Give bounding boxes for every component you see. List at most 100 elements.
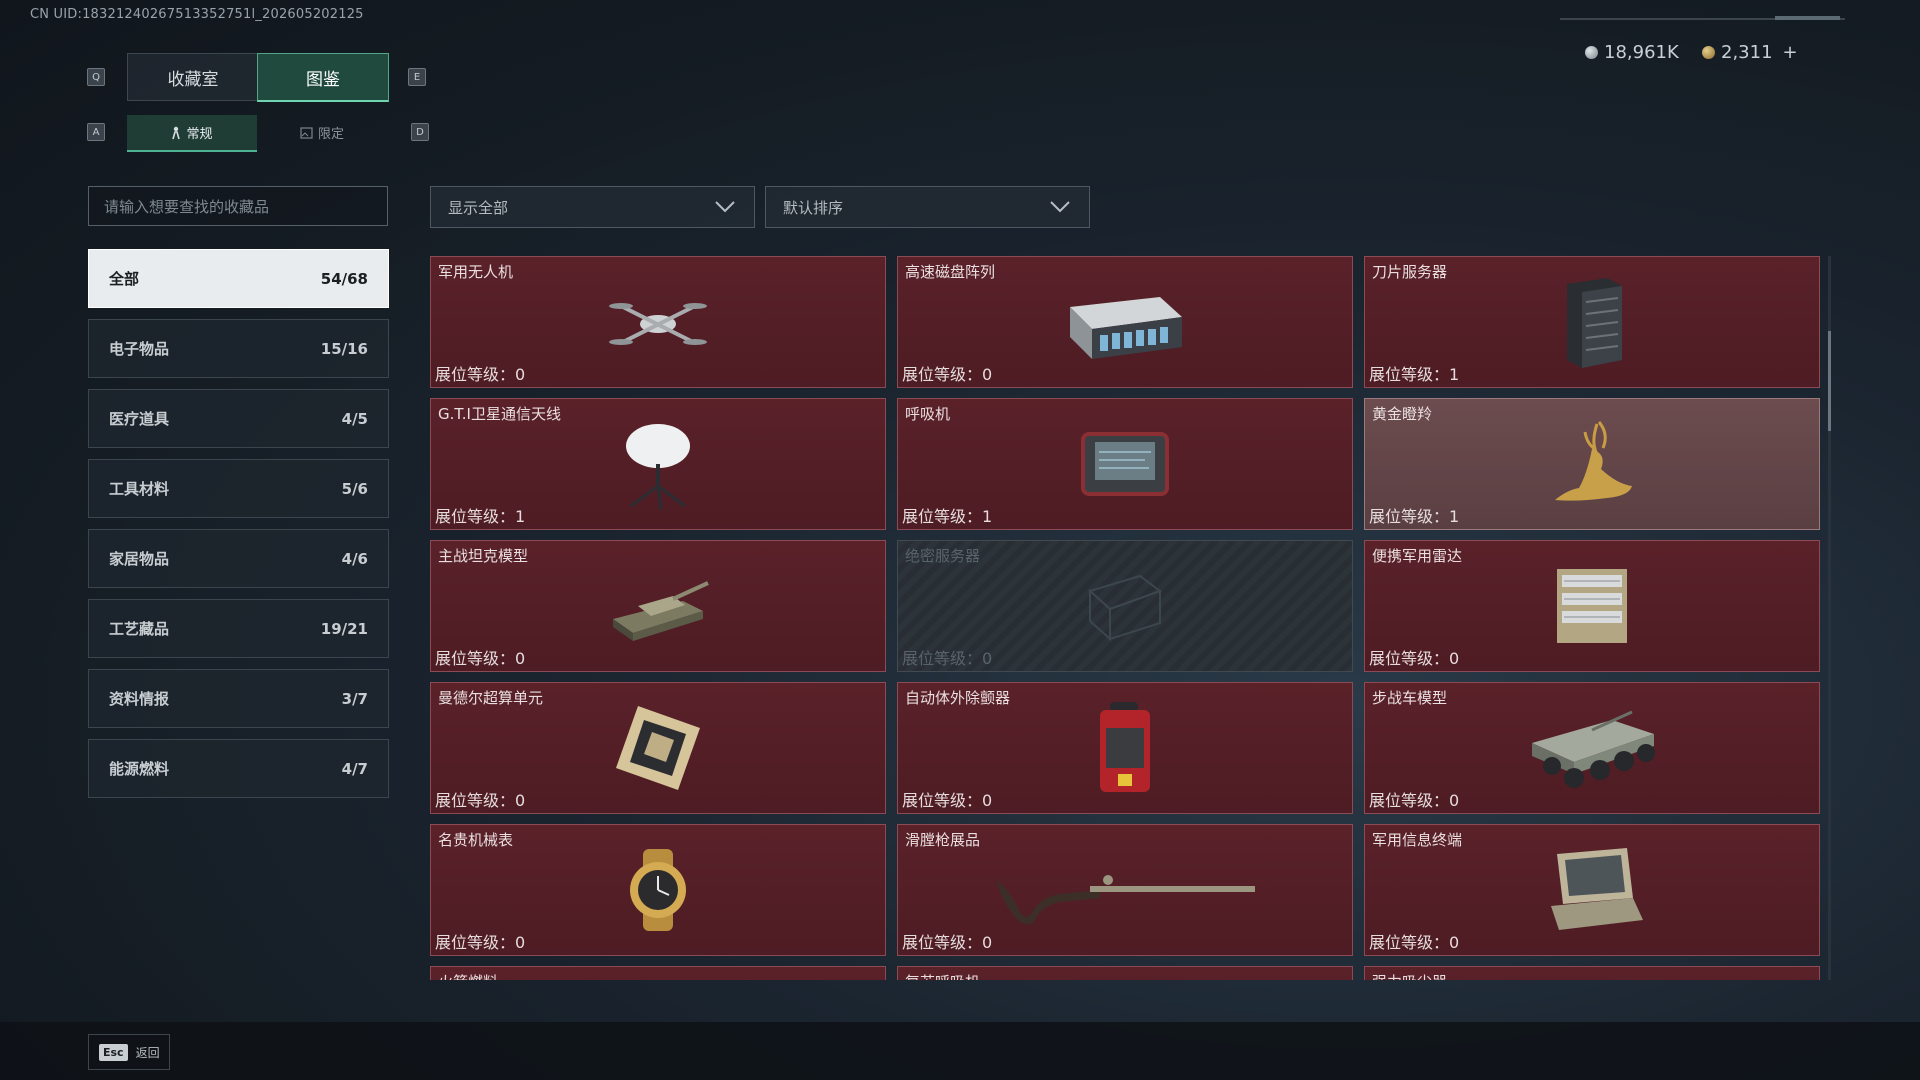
- category-count: 3/7: [341, 689, 368, 708]
- silver-amount: 18,961K: [1604, 42, 1679, 63]
- back-label: 返回: [135, 1045, 160, 1060]
- item-name: 强力吸尘器: [1372, 971, 1447, 980]
- category-electronics[interactable]: 电子物品 15/16: [88, 319, 389, 378]
- subtab-regular-label: 常规: [186, 127, 213, 142]
- category-count: 4/7: [341, 759, 368, 778]
- next-subtab-key[interactable]: D: [411, 123, 429, 141]
- item-card-top-secret-server[interactable]: 绝密服务器 展位等级：0: [897, 540, 1353, 672]
- category-label: 家居物品: [109, 550, 170, 568]
- item-level: 展位等级：1: [1369, 365, 1460, 384]
- item-level: 展位等级：0: [902, 791, 993, 810]
- item-card-blade-server[interactable]: 刀片服务器 展位等级：1: [1364, 256, 1820, 388]
- next-tab-key[interactable]: E: [408, 68, 426, 86]
- item-name: 军用信息终端: [1372, 831, 1463, 849]
- satellite-dish-icon: [626, 424, 690, 511]
- scrollbar-thumb[interactable]: [1828, 331, 1831, 431]
- add-gold-button[interactable]: +: [1783, 42, 1798, 63]
- cpu-icon: [616, 706, 700, 790]
- silver-coin-icon: [1585, 46, 1598, 59]
- item-name: 名贵机械表: [438, 831, 514, 849]
- item-card-supercomputer-unit[interactable]: 曼德尔超算单元 展位等级：0: [430, 682, 886, 814]
- item-card-luxury-watch[interactable]: 名贵机械表 展位等级：0: [430, 824, 886, 956]
- subtab-limited[interactable]: 限定: [257, 115, 387, 150]
- server-icon: [1567, 278, 1622, 368]
- category-tools[interactable]: 工具材料 5/6: [88, 459, 389, 518]
- grid-scrollbar[interactable]: [1828, 256, 1831, 980]
- subtab-regular[interactable]: 常规: [127, 115, 257, 152]
- locked-server-icon: [1088, 574, 1163, 642]
- item-name: 呼吸机: [905, 405, 951, 423]
- item-name: 便携军用雷达: [1372, 547, 1463, 565]
- category-count: 15/16: [320, 339, 368, 358]
- item-name: 火箭燃料: [438, 971, 498, 980]
- item-card-disk-array[interactable]: 高速磁盘阵列 展位等级：0: [897, 256, 1353, 388]
- category-label: 工具材料: [109, 480, 170, 498]
- search-input[interactable]: 请输入想要查找的收藏品: [88, 186, 388, 226]
- prev-tab-key[interactable]: Q: [87, 68, 105, 86]
- item-card-rocket-fuel[interactable]: 火箭燃料: [430, 966, 886, 980]
- category-count: 4/6: [341, 549, 368, 568]
- image-frame-icon: [300, 126, 313, 139]
- item-level: 展位等级：0: [902, 649, 993, 668]
- item-level: 展位等级：1: [1369, 507, 1460, 526]
- item-card-golden-gazelle[interactable]: 黄金瞪羚 展位等级：1: [1364, 398, 1820, 530]
- category-home[interactable]: 家居物品 4/6: [88, 529, 389, 588]
- category-energy[interactable]: 能源燃料 4/7: [88, 739, 389, 798]
- item-level: 展位等级：0: [1369, 791, 1460, 810]
- item-card-ifv-model[interactable]: 步战车模型 展位等级：0: [1364, 682, 1820, 814]
- category-label: 全部: [109, 270, 140, 288]
- item-name: 复苏呼吸机: [905, 971, 980, 980]
- tank-icon: [613, 581, 709, 641]
- item-level: 展位等级：0: [1369, 649, 1460, 668]
- tab-collection-room[interactable]: 收藏室: [127, 53, 259, 101]
- item-card-musket[interactable]: 滑膛枪展品 展位等级：0: [897, 824, 1353, 956]
- item-card-ventilator[interactable]: 呼吸机 展位等级：1: [897, 398, 1353, 530]
- item-card-drone[interactable]: 军用无人机 展位等级：0: [430, 256, 886, 388]
- top-rule: [1560, 16, 1845, 20]
- silver-currency: 18,961K: [1585, 42, 1679, 63]
- item-card-portable-radar[interactable]: 便携军用雷达 展位等级：0: [1364, 540, 1820, 672]
- category-label: 能源燃料: [109, 760, 170, 778]
- terminal-icon: [1551, 848, 1643, 930]
- gold-currency[interactable]: 2,311 +: [1702, 42, 1798, 63]
- radar-icon: [1557, 569, 1627, 643]
- category-label: 工艺藏品: [109, 620, 170, 638]
- item-card-aed[interactable]: 自动体外除颤器 展位等级：0: [897, 682, 1353, 814]
- item-name: 自动体外除颤器: [905, 689, 1011, 707]
- item-card-tank-model[interactable]: 主战坦克模型 展位等级：0: [430, 540, 886, 672]
- category-label: 电子物品: [109, 340, 170, 358]
- prev-subtab-key[interactable]: A: [87, 123, 105, 141]
- sort-value: 默认排序: [783, 198, 844, 217]
- sort-dropdown[interactable]: 默认排序: [765, 186, 1090, 228]
- item-name: 曼德尔超算单元: [438, 689, 544, 707]
- bottom-bar: [0, 1022, 1920, 1080]
- search-placeholder: 请输入想要查找的收藏品: [104, 197, 270, 216]
- item-card-resuscitator[interactable]: 复苏呼吸机: [897, 966, 1353, 980]
- figure-icon: [172, 126, 181, 139]
- item-name: 黄金瞪羚: [1372, 405, 1433, 423]
- item-level: 展位等级：0: [435, 791, 526, 810]
- item-name: 高速磁盘阵列: [905, 263, 996, 281]
- category-medical[interactable]: 医疗道具 4/5: [88, 389, 389, 448]
- item-name: 绝密服务器: [905, 547, 981, 565]
- item-name: 主战坦克模型: [438, 547, 529, 565]
- gazelle-icon: [1555, 421, 1632, 501]
- category-count: 54/68: [320, 269, 368, 288]
- category-intel[interactable]: 资料情报 3/7: [88, 669, 389, 728]
- category-crafts[interactable]: 工艺藏品 19/21: [88, 599, 389, 658]
- subtab-limited-label: 限定: [317, 127, 344, 142]
- item-level: 展位等级：0: [435, 365, 526, 384]
- category-all[interactable]: 全部 54/68: [88, 249, 389, 308]
- item-name: 刀片服务器: [1372, 263, 1448, 281]
- item-card-satellite-dish[interactable]: G.T.I卫星通信天线 展位等级：1: [430, 398, 886, 530]
- back-button[interactable]: Esc 返回: [88, 1034, 170, 1070]
- item-level: 展位等级：0: [902, 365, 993, 384]
- drone-icon: [609, 303, 707, 345]
- item-name: G.T.I卫星通信天线: [438, 405, 561, 423]
- item-card-vacuum-cleaner[interactable]: 强力吸尘器: [1364, 966, 1820, 980]
- filter-value: 显示全部: [448, 198, 509, 217]
- filter-dropdown[interactable]: 显示全部: [430, 186, 755, 228]
- esc-key: Esc: [99, 1043, 128, 1061]
- tab-catalog[interactable]: 图鉴: [257, 53, 389, 102]
- item-card-military-terminal[interactable]: 军用信息终端 展位等级：0: [1364, 824, 1820, 956]
